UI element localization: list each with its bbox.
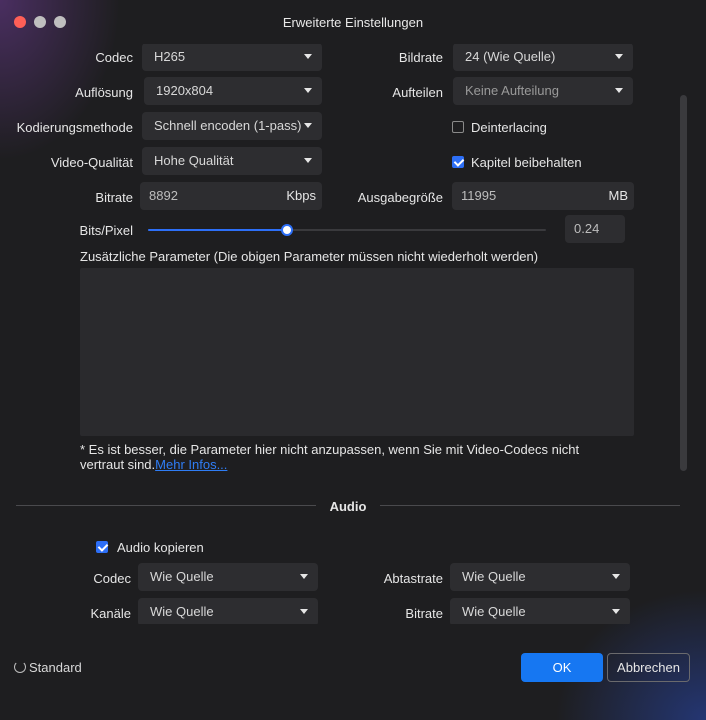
deinterlacing-checkbox[interactable] bbox=[452, 121, 464, 133]
audio-codec-label: Codec bbox=[93, 571, 131, 586]
output-size-label: Ausgabegröße bbox=[357, 190, 443, 205]
codec-value: H265 bbox=[154, 49, 186, 64]
channels-value: Wie Quelle bbox=[150, 604, 214, 619]
video-quality-value: Hohe Qualität bbox=[154, 153, 234, 168]
vertical-scrollbar[interactable] bbox=[680, 95, 687, 471]
bits-per-pixel-label: Bits/Pixel bbox=[79, 223, 133, 238]
title-bar: Erweiterte Einstellungen bbox=[0, 0, 706, 44]
deinterlacing-label: Deinterlacing bbox=[471, 120, 547, 135]
output-size-value: 11995 bbox=[461, 188, 497, 203]
chevron-down-icon bbox=[615, 54, 623, 59]
settings-scroll-area[interactable]: Codec H265 Bildrate 24 (Wie Quelle) Aufl… bbox=[0, 44, 706, 624]
split-select[interactable]: Keine Aufteilung bbox=[453, 77, 633, 105]
resolution-value: 1920x804 bbox=[156, 83, 214, 98]
channels-select[interactable]: Wie Quelle bbox=[138, 598, 318, 624]
copy-audio-label: Audio kopieren bbox=[117, 540, 204, 555]
framerate-label: Bildrate bbox=[398, 50, 443, 65]
split-value: Keine Aufteilung bbox=[465, 83, 559, 98]
chevron-down-icon bbox=[304, 54, 312, 59]
chevron-down-icon bbox=[612, 609, 620, 614]
bits-per-pixel-input[interactable]: 0.24 bbox=[565, 215, 625, 243]
framerate-select[interactable]: 24 (Wie Quelle) bbox=[453, 44, 633, 71]
sample-rate-select[interactable]: Wie Quelle bbox=[450, 563, 630, 591]
keep-chapters-label: Kapitel beibehalten bbox=[471, 155, 582, 170]
advanced-settings-window: Erweiterte Einstellungen Codec H265 Bild… bbox=[0, 0, 706, 720]
output-size-input[interactable]: 11995 MB bbox=[452, 182, 634, 210]
cancel-button[interactable]: Abbrechen bbox=[607, 653, 690, 682]
sample-rate-value: Wie Quelle bbox=[462, 569, 526, 584]
channels-label: Kanäle bbox=[90, 606, 131, 621]
codec-label: Codec bbox=[95, 50, 133, 65]
bits-per-pixel-value: 0.24 bbox=[574, 221, 600, 236]
bitrate-label: Bitrate bbox=[95, 190, 133, 205]
bitrate-input[interactable]: 8892 Kbps bbox=[140, 182, 322, 210]
encoding-method-label: Kodierungsmethode bbox=[16, 120, 133, 135]
resolution-select[interactable]: 1920x804 bbox=[144, 77, 322, 105]
audio-section-title: Audio bbox=[329, 499, 367, 514]
slider-fill bbox=[148, 229, 288, 231]
encoding-method-value: Schnell encoden (1-pass) bbox=[154, 118, 302, 133]
section-divider-right bbox=[380, 505, 680, 506]
chevron-down-icon bbox=[304, 88, 312, 93]
chevron-down-icon bbox=[300, 574, 308, 579]
ok-button[interactable]: OK bbox=[521, 653, 603, 682]
reset-icon[interactable] bbox=[14, 661, 26, 673]
chevron-down-icon bbox=[612, 574, 620, 579]
output-size-unit: MB bbox=[608, 188, 629, 203]
slider-thumb[interactable] bbox=[281, 224, 294, 236]
codec-select[interactable]: H265 bbox=[142, 44, 322, 71]
window-title: Erweiterte Einstellungen bbox=[282, 15, 424, 30]
bitrate-unit: Kbps bbox=[286, 188, 316, 203]
audio-bitrate-value: Wie Quelle bbox=[462, 604, 526, 619]
split-label: Aufteilen bbox=[392, 85, 443, 100]
encoding-method-select[interactable]: Schnell encoden (1-pass) bbox=[142, 112, 322, 140]
chevron-down-icon bbox=[304, 123, 312, 128]
extra-params-label: Zusätzliche Parameter (Die obigen Parame… bbox=[80, 249, 539, 264]
framerate-value: 24 (Wie Quelle) bbox=[465, 49, 556, 64]
chevron-down-icon bbox=[300, 609, 308, 614]
keep-chapters-checkbox[interactable] bbox=[452, 156, 464, 168]
chevron-down-icon bbox=[615, 88, 623, 93]
audio-codec-value: Wie Quelle bbox=[150, 569, 214, 584]
copy-audio-checkbox[interactable] bbox=[96, 541, 108, 553]
resolution-label: Auflösung bbox=[75, 85, 133, 100]
standard-button[interactable]: Standard bbox=[29, 660, 82, 675]
params-note: * Es ist besser, die Parameter hier nich… bbox=[80, 442, 620, 472]
extra-params-textarea[interactable] bbox=[80, 268, 634, 436]
sample-rate-label: Abtastrate bbox=[383, 571, 443, 586]
audio-codec-select[interactable]: Wie Quelle bbox=[138, 563, 318, 591]
chevron-down-icon bbox=[304, 158, 312, 163]
video-quality-select[interactable]: Hohe Qualität bbox=[142, 147, 322, 175]
more-info-link[interactable]: Mehr Infos... bbox=[155, 457, 227, 472]
audio-bitrate-label: Bitrate bbox=[405, 606, 443, 621]
audio-bitrate-select[interactable]: Wie Quelle bbox=[450, 598, 630, 624]
bits-per-pixel-slider[interactable] bbox=[148, 224, 546, 236]
bitrate-value: 8892 bbox=[149, 188, 178, 203]
video-quality-label: Video-Qualität bbox=[50, 155, 133, 170]
